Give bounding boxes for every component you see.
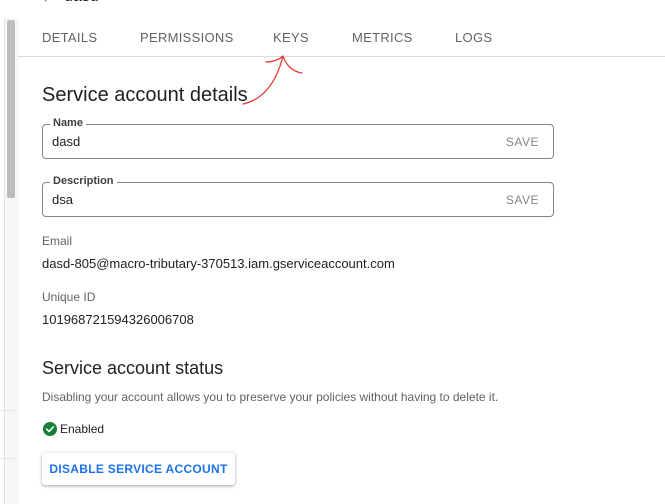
tab-logs[interactable]: LOGS xyxy=(455,30,492,45)
description-field: Description SAVE xyxy=(42,175,554,217)
unique-id-value: 101968721594326006708 xyxy=(42,312,194,327)
status-label: Enabled xyxy=(60,422,105,436)
section-heading-status: Service account status xyxy=(42,358,224,378)
tab-permissions[interactable]: PERMISSIONS xyxy=(140,30,234,45)
check-circle-icon xyxy=(43,422,57,436)
left-divider xyxy=(0,410,18,411)
left-panel xyxy=(0,0,19,504)
status-description: Disabling your account allows you to pre… xyxy=(42,390,499,404)
tab-details[interactable]: DETAILS xyxy=(42,30,97,45)
tab-metrics[interactable]: METRICS xyxy=(352,30,413,45)
email-label: Email xyxy=(42,234,73,248)
name-input[interactable] xyxy=(52,134,472,149)
disable-service-account-button[interactable]: DISABLE SERVICE ACCOUNT xyxy=(42,453,235,485)
name-save-button[interactable]: SAVE xyxy=(506,135,539,149)
description-input[interactable] xyxy=(52,192,472,207)
email-value: dasd-805@macro-tributary-370513.iam.gser… xyxy=(42,256,395,271)
back-arrow-icon[interactable]: ← xyxy=(40,0,58,7)
left-scrollbar-thumb[interactable] xyxy=(7,20,15,198)
status-badge: Enabled xyxy=(43,422,104,436)
tab-keys[interactable]: KEYS xyxy=(273,30,309,45)
page-title: dasd xyxy=(64,0,99,6)
tab-bar: DETAILS PERMISSIONS KEYS METRICS LOGS xyxy=(18,22,665,57)
section-heading-details: Service account details xyxy=(42,84,248,106)
unique-id-label: Unique ID xyxy=(42,290,96,304)
description-field-label: Description xyxy=(50,175,117,187)
left-divider xyxy=(0,458,18,459)
description-save-button[interactable]: SAVE xyxy=(506,193,539,207)
name-field-label: Name xyxy=(50,117,86,129)
name-field: Name SAVE xyxy=(42,117,554,159)
